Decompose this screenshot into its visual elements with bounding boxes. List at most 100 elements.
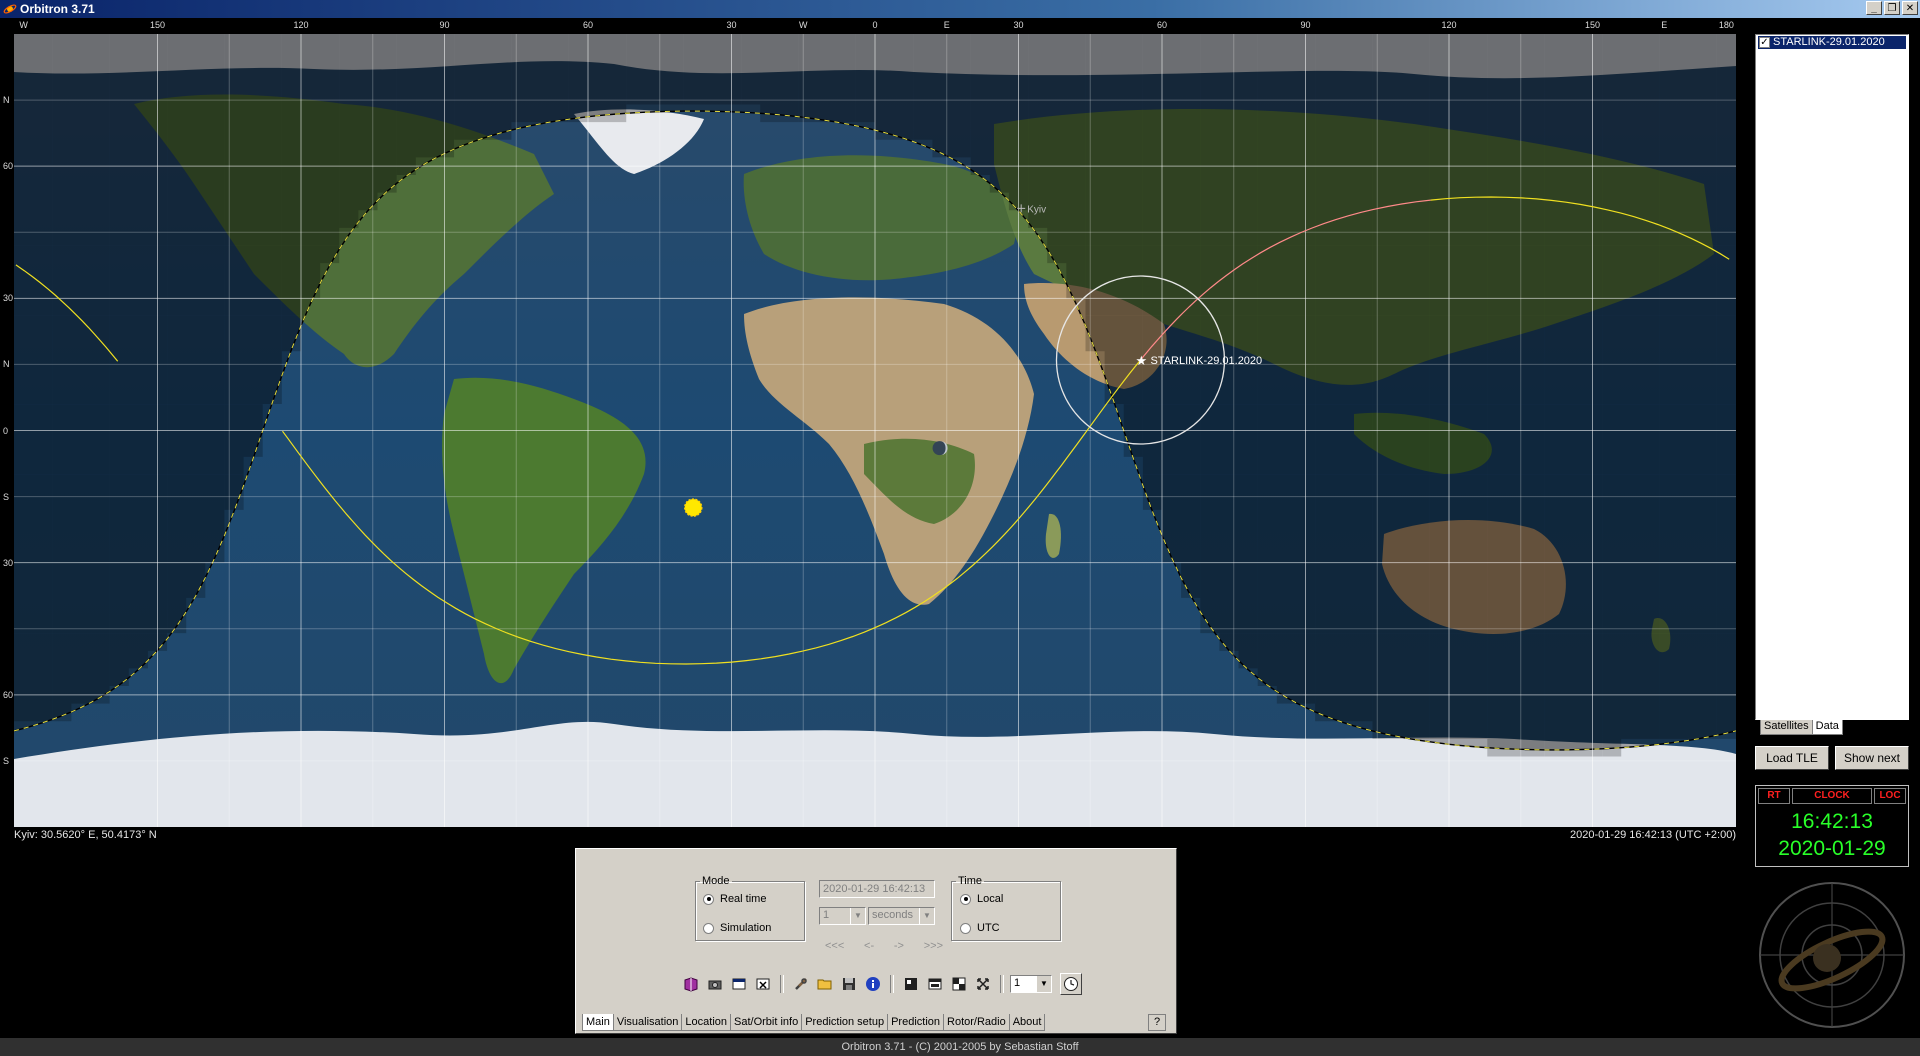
tools-icon[interactable] [790,973,812,995]
longitude-tick-label: 30 [726,20,737,30]
longitude-tick-label: 120 [293,20,309,30]
toolbar-separator [1000,975,1004,993]
tab-prediction-setup[interactable]: Prediction setup [801,1014,889,1031]
realtime-radio[interactable]: Real time [703,893,766,905]
save-icon[interactable] [838,973,860,995]
longitude-tick-label: 0 [872,20,878,30]
satellite-label: STARLINK-29.01.2020 [1150,355,1262,367]
open-folder-icon[interactable] [814,973,836,995]
longitude-tick-label: 30 [1013,20,1024,30]
longitude-tick-label: E [943,20,950,30]
zoom-value: 1 [1014,977,1021,989]
toolbar-separator [780,975,784,993]
latitude-tick-label: S [3,755,10,766]
tab-sat-orbit-info[interactable]: Sat/Orbit info [730,1014,803,1031]
datetime-input[interactable]: 2020-01-29 16:42:13 [819,880,935,898]
satellite-list[interactable]: ✓ STARLINK-29.01.2020 [1755,34,1909,720]
longitude-ruler: W 150 120 90 60 30 W 0 E 30 60 90 120 150 E 180 [14,19,1736,33]
map-datetime: 2020-01-29 16:42:13 (UTC +2:00) [1569,829,1736,841]
latitude-tick-label: 0 [3,425,9,436]
zoom-combo[interactable]: 1 ▼ [1010,975,1052,993]
chevron-down-icon[interactable]: ▼ [919,908,934,924]
step-value: 1 [823,909,830,921]
longitude-tick-label: E [1661,20,1668,30]
simulation-radio-dot[interactable] [703,922,714,934]
clock-icon [1064,977,1078,991]
tab-satellites[interactable]: Satellites [1760,720,1813,735]
longitude-tick-label: 90 [1300,20,1311,30]
observer-location: Kyiv: 30.5620° E, 50.4173° N [14,829,157,841]
window-icon[interactable] [728,973,750,995]
close-button[interactable]: ✕ [1902,1,1918,15]
toolbar-separator [890,975,894,993]
clock-indicator[interactable]: CLOCK [1792,788,1872,804]
longitude-tick-label: 150 [1584,20,1601,30]
sun-icon [683,498,703,517]
longitude-tick-label: 180 [1718,20,1734,30]
longitude-tick-label: 120 [1441,20,1457,30]
fullscreen-icon[interactable] [972,973,994,995]
tab-about[interactable]: About [1008,1014,1046,1031]
observer-label: Kyiv [1027,204,1046,215]
satellite-star-icon: ★ [1135,354,1147,369]
chevron-down-icon[interactable]: ▼ [1036,976,1051,992]
longitude-tick-label: 90 [439,20,450,30]
realtime-radio-dot[interactable] [703,893,714,905]
step-forward-fast-button[interactable]: >>> [924,940,943,952]
latitude-tick-label: N [3,95,10,106]
view-mode-2-icon[interactable] [924,973,946,995]
restore-button[interactable]: ❐ [1884,1,1900,15]
view-mode-3-icon[interactable] [948,973,970,995]
clock-date: 2020-01-29 [1778,837,1886,860]
step-unit: seconds [872,909,913,921]
clock-panel: RT CLOCK LOC 16:42:13 2020-01-29 [1755,785,1909,867]
close-window-icon[interactable] [752,973,774,995]
utc-radio-dot[interactable] [960,922,971,934]
load-tle-button[interactable]: Load TLE [1755,746,1829,770]
step-navigation: <<< <- -> >>> [825,940,943,952]
step-unit-combo[interactable]: seconds ▼ [868,907,935,925]
rt-indicator[interactable]: RT [1758,788,1790,804]
footer-copyright: Orbitron 3.71 - (C) 2001-2005 by Sebasti… [0,1038,1920,1056]
camera-icon[interactable] [704,973,726,995]
control-panel: Mode Real time Simulation 2020-01-29 16:… [575,848,1177,1034]
local-label: Local [977,893,1004,905]
latitude-tick-label: N [3,359,10,370]
satellite-checkbox[interactable]: ✓ [1759,37,1770,48]
info-icon[interactable] [862,973,884,995]
tab-visualisation[interactable]: Visualisation [612,1014,683,1031]
step-back-fast-button[interactable]: <<< [825,940,844,952]
step-value-combo[interactable]: 1 ▼ [819,907,866,925]
tab-rotor-radio[interactable]: Rotor/Radio [943,1014,1010,1031]
mode-legend: Mode [702,875,730,887]
book-icon[interactable] [680,973,702,995]
tab-prediction[interactable]: Prediction [887,1014,945,1031]
step-forward-button[interactable]: -> [894,940,904,952]
list-item[interactable]: ✓ STARLINK-29.01.2020 [1758,36,1906,49]
window-title: Orbitron 3.71 [20,2,95,16]
utc-label: UTC [977,922,1000,934]
tab-location[interactable]: Location [681,1014,731,1031]
simulation-radio[interactable]: Simulation [703,922,771,934]
loc-indicator[interactable]: LOC [1874,788,1906,804]
app-icon [3,4,17,14]
longitude-tick-label: 150 [149,20,166,30]
chevron-down-icon[interactable]: ▼ [850,908,865,924]
realtime-label: Real time [720,893,767,905]
step-back-button[interactable]: <- [864,940,874,952]
tab-data[interactable]: Data [1811,720,1843,735]
local-radio-dot[interactable] [960,893,971,905]
show-next-button[interactable]: Show next [1835,746,1909,770]
simulation-label: Simulation [720,922,772,934]
tab-main[interactable]: Main [582,1014,614,1031]
world-map[interactable]: ★ STARLINK-29.01.2020 Kyiv [14,34,1736,827]
local-time-radio[interactable]: Local [960,893,1003,905]
clock-button[interactable] [1060,973,1082,995]
view-mode-1-icon[interactable] [900,973,922,995]
latitude-tick-label: 30 [3,293,14,304]
minimize-button[interactable]: _ [1866,1,1882,15]
help-button[interactable]: ? [1148,1014,1166,1031]
map-canvas[interactable]: ★ STARLINK-29.01.2020 Kyiv [14,34,1736,827]
utc-radio[interactable]: UTC [960,922,1000,934]
longitude-tick-label: W [19,20,28,30]
